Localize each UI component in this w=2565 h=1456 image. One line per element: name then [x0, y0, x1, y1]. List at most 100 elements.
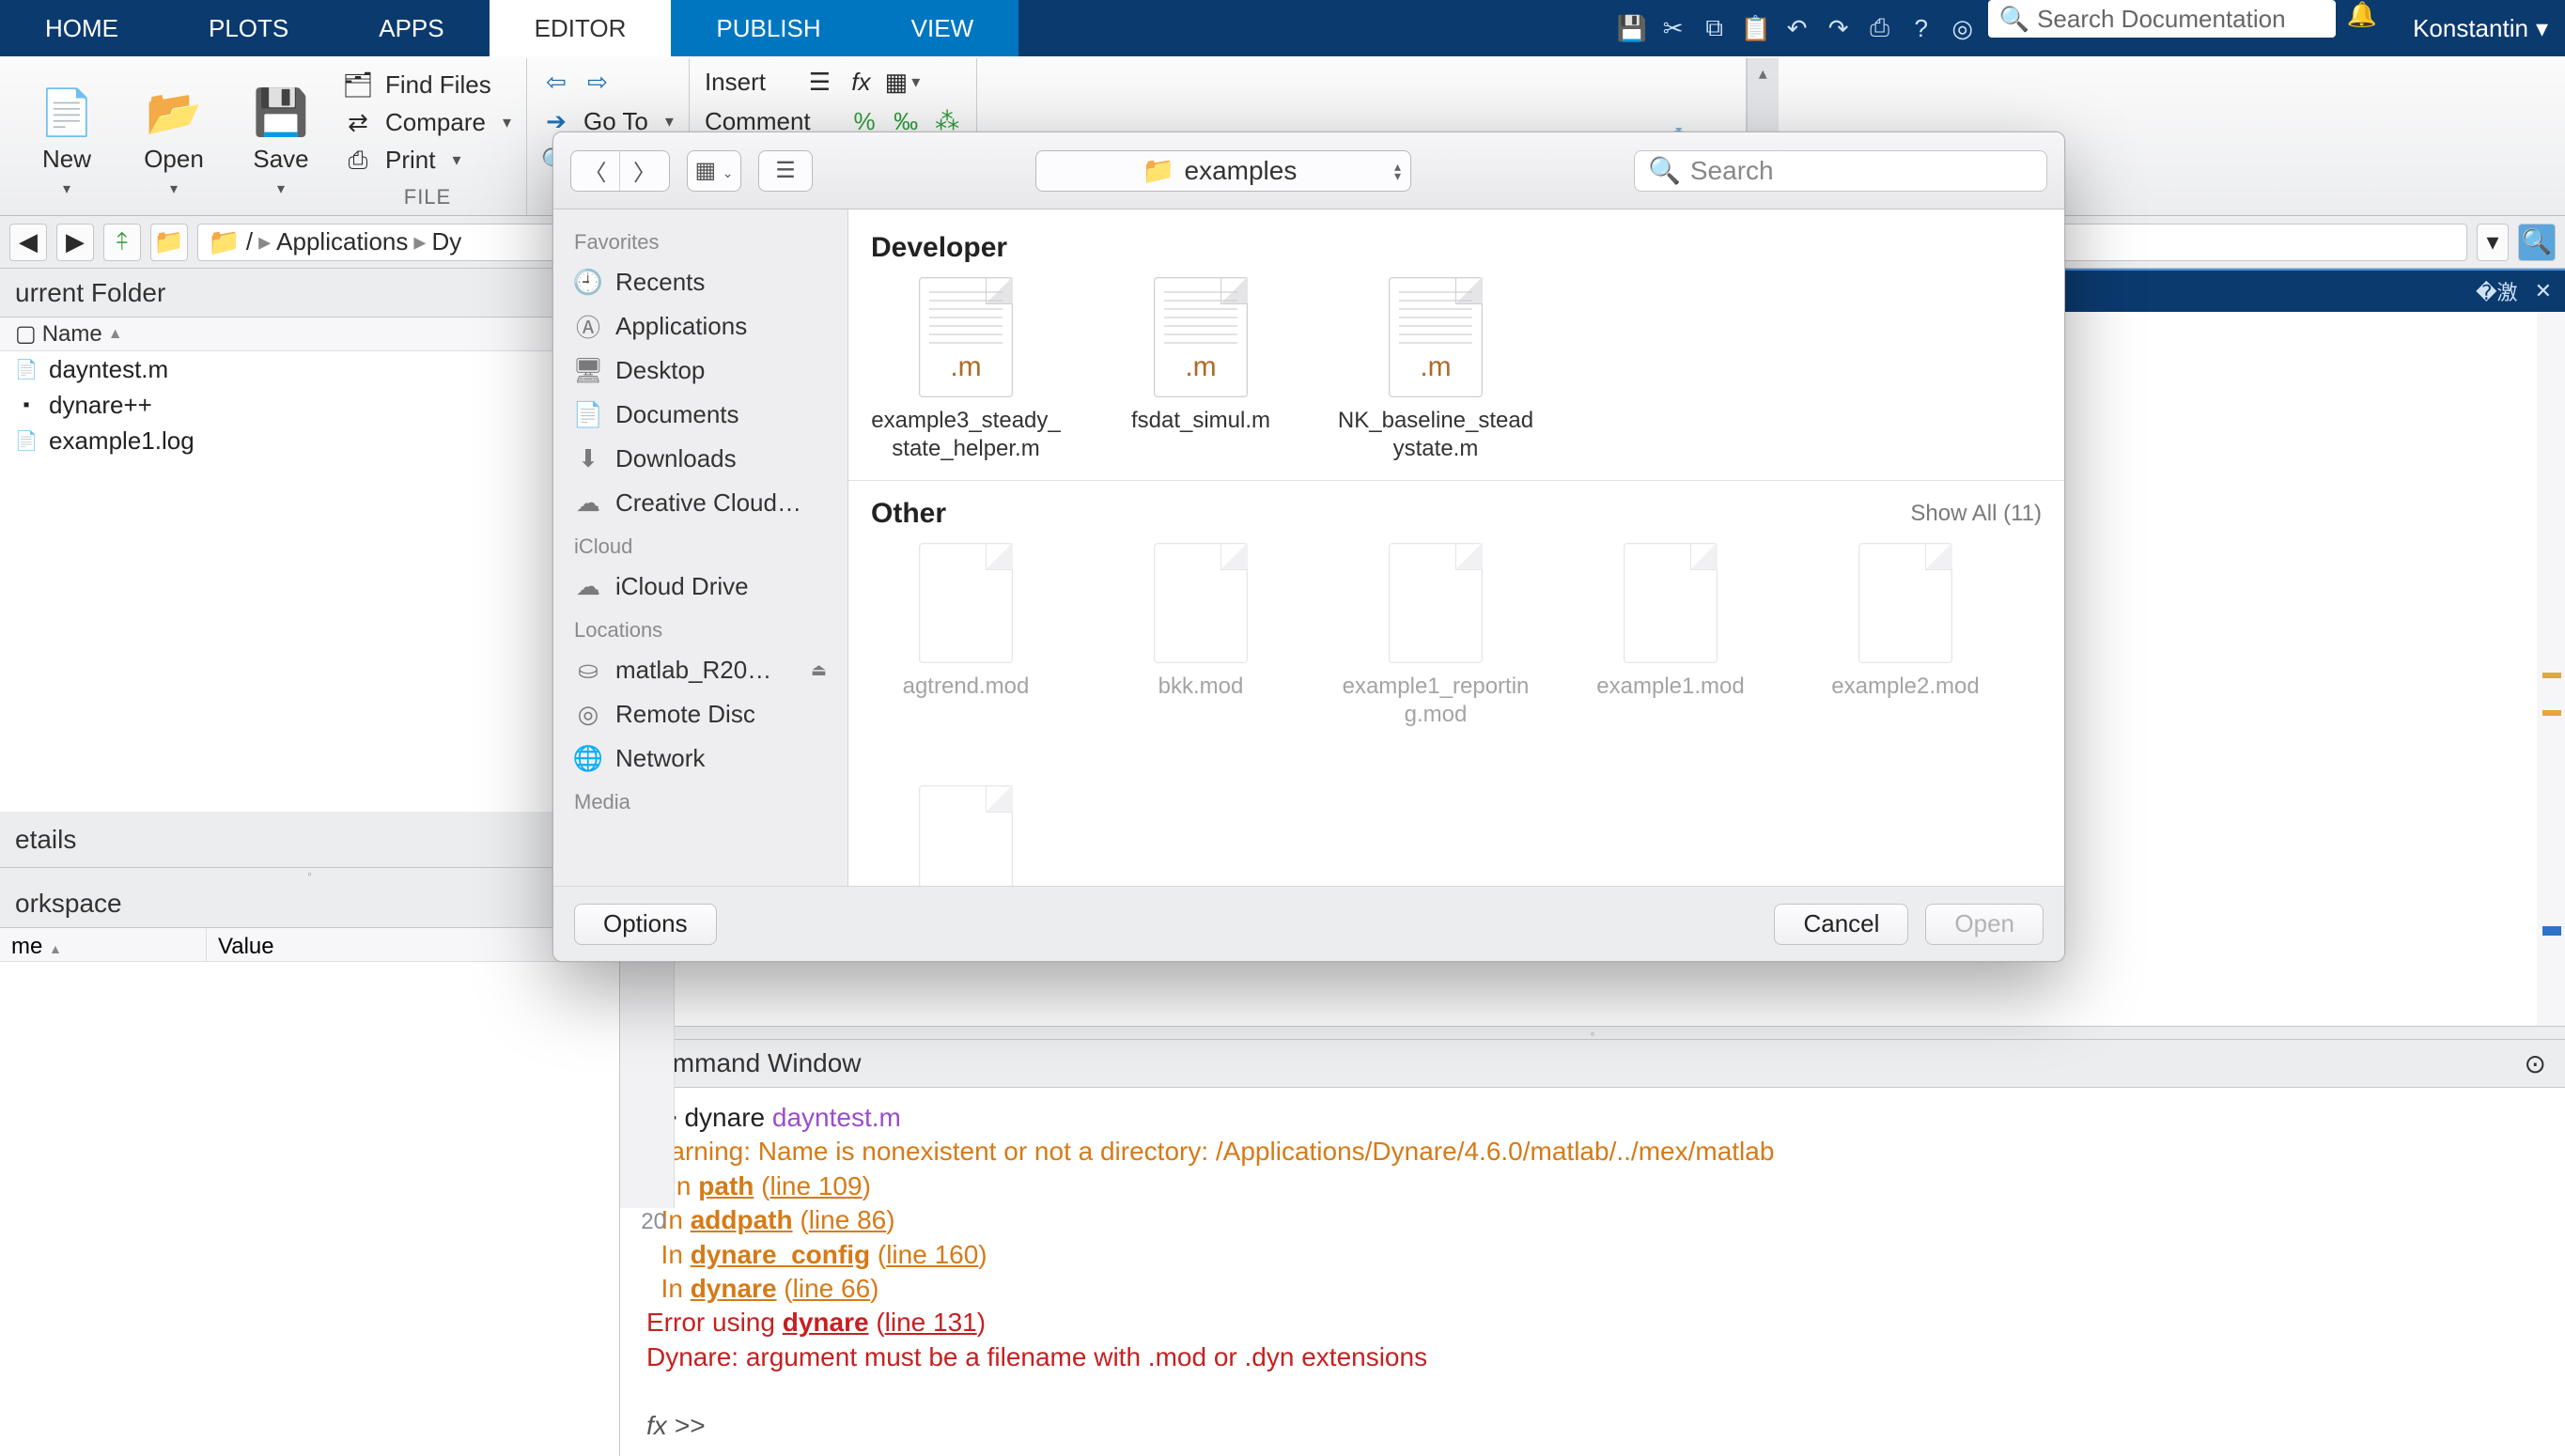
- user-name: Konstantin: [2413, 14, 2528, 43]
- copy-icon[interactable]: ⧉: [1699, 12, 1731, 44]
- file-tile-disabled: example3.m: [867, 785, 1065, 886]
- path-dropdown-button[interactable]: ▾: [2477, 224, 2509, 261]
- sidebar-section-favorites: Favorites: [553, 221, 847, 260]
- new-button[interactable]: 📄New▾: [15, 68, 118, 215]
- file-tile[interactable]: .mfsdat_simul.m: [1102, 277, 1299, 463]
- nav-browse-button[interactable]: 📁: [150, 224, 188, 261]
- dialog-forward-button[interactable]: 〉: [620, 151, 669, 191]
- nav-back-button[interactable]: ◀: [9, 224, 47, 261]
- panel-menu-icon[interactable]: ⊙: [2525, 1048, 2546, 1079]
- chevron-down-icon: ▾: [277, 179, 285, 198]
- insert-section-icon: ☰: [805, 68, 833, 96]
- file-item[interactable]: ▪dynare++: [0, 387, 619, 423]
- workspace-col-name[interactable]: me ▲: [0, 928, 207, 961]
- section-developer-title: Developer: [871, 232, 2042, 264]
- folder-icon: 📁: [208, 226, 241, 257]
- sidebar-item-recents[interactable]: 🕘Recents: [553, 260, 847, 304]
- insert-more-icon: ▦: [888, 68, 916, 96]
- folder-icon: 📁: [1143, 155, 1175, 186]
- save-icon[interactable]: 💾: [1616, 12, 1648, 44]
- file-tile[interactable]: .mNK_baseline_steadystate.m: [1337, 277, 1534, 463]
- sidebar-item-creative-cloud[interactable]: ☁Creative Cloud…: [553, 481, 847, 525]
- nav-fwd-button[interactable]: ▶: [56, 224, 94, 261]
- sidebar-item-matlab-disk[interactable]: ⛀matlab_R20…⏏: [553, 648, 847, 692]
- chevron-down-icon: ▾: [2536, 14, 2548, 43]
- tab-editor[interactable]: EDITOR: [490, 0, 672, 56]
- nav-history-seg: 〈 〉: [570, 150, 670, 192]
- options-button[interactable]: Options: [574, 904, 717, 945]
- print-icon[interactable]: ⎙: [1864, 12, 1896, 44]
- file-tile-disabled: agtrend.mod: [867, 543, 1065, 729]
- sidebar-item-icloud-drive[interactable]: ☁iCloud Drive: [553, 565, 847, 609]
- search-icon: 🔍: [1648, 155, 1681, 186]
- cancel-button[interactable]: Cancel: [1774, 904, 1908, 945]
- eject-icon[interactable]: ⏏: [811, 660, 827, 680]
- doc-close-icon[interactable]: ✕: [2535, 279, 2552, 303]
- m-file-icon: .m: [1389, 277, 1483, 397]
- dialog-search[interactable]: 🔍 Search: [1634, 150, 2047, 192]
- editor-cmd-splitter[interactable]: ◦: [620, 1026, 2565, 1039]
- compare-button[interactable]: ⇄Compare: [344, 105, 511, 139]
- file-tile[interactable]: .mexample3_steady_state_helper.m: [867, 277, 1065, 463]
- doc-search[interactable]: 🔍 Search Documentation: [1988, 0, 2336, 38]
- tab-publish[interactable]: PUBLISH: [671, 0, 865, 56]
- location-popup[interactable]: 📁 examples ▴▾: [1035, 150, 1411, 192]
- find-files-button[interactable]: 🗂Find Files: [344, 68, 511, 101]
- undo-icon[interactable]: ↶: [1781, 12, 1813, 44]
- chevron-down-icon: ▾: [170, 179, 178, 198]
- path-seg-2[interactable]: Dy: [431, 227, 461, 256]
- editor-ruler: [2537, 269, 2565, 1026]
- sidebar-item-remote-disc[interactable]: ◎Remote Disc: [553, 692, 847, 736]
- search-path-button[interactable]: 🔍: [2518, 224, 2556, 261]
- command-window-body[interactable]: >> dynare dayntest.m Warning: Name is no…: [620, 1088, 2565, 1456]
- sidebar-item-downloads[interactable]: ⬇Downloads: [553, 437, 847, 481]
- insert-fx-icon: fx: [847, 68, 875, 96]
- apps-icon: Ⓐ: [574, 313, 602, 341]
- print-button[interactable]: ⎙Print: [344, 144, 511, 178]
- sidebar-item-documents[interactable]: 📄Documents: [553, 393, 847, 437]
- doc-actions-icon[interactable]: �激: [2476, 276, 2518, 306]
- sidebar-item-desktop[interactable]: 🖥Desktop: [553, 349, 847, 393]
- nav-arrows[interactable]: ⇦⇨: [542, 62, 674, 101]
- dialog-toolbar: 〈 〉 ▦ ⌄ ☰ 📁 examples ▴▾ 🔍 Search: [553, 132, 2064, 209]
- cut-icon[interactable]: ✂: [1657, 12, 1689, 44]
- file-group-label: FILE: [344, 181, 511, 215]
- file-tile-disabled: example2.mod: [1807, 543, 2004, 729]
- tab-view[interactable]: VIEW: [866, 0, 1018, 56]
- addons-icon[interactable]: ◎: [1947, 12, 1979, 44]
- user-menu[interactable]: Konstantin ▾: [2388, 0, 2565, 56]
- open-button[interactable]: 📂Open▾: [122, 68, 225, 215]
- file-item[interactable]: 📄example1.log: [0, 423, 619, 458]
- redo-icon[interactable]: ↷: [1823, 12, 1855, 44]
- tab-home[interactable]: HOME: [0, 0, 163, 56]
- file-list-header[interactable]: ▢ Name ▲: [0, 318, 619, 351]
- show-all-button[interactable]: Show All (11): [1910, 501, 2042, 527]
- sidebar-item-applications[interactable]: ⒶApplications: [553, 304, 847, 349]
- dialog-sidebar: Favorites 🕘Recents ⒶApplications 🖥Deskto…: [553, 209, 848, 886]
- splitter-handle[interactable]: ◦: [0, 868, 619, 879]
- paste-icon[interactable]: 📋: [1740, 12, 1772, 44]
- notifications-icon[interactable]: 🔔: [2336, 0, 2388, 56]
- group-by-seg: ☰: [758, 150, 813, 192]
- command-prompt[interactable]: fx >>: [646, 1411, 705, 1440]
- dialog-back-button[interactable]: 〈: [571, 151, 620, 191]
- compare-icon: ⇄: [344, 108, 372, 136]
- tab-plots[interactable]: PLOTS: [163, 0, 334, 56]
- view-icons-button[interactable]: ▦ ⌄: [688, 151, 740, 191]
- file-item[interactable]: 📄dayntest.m: [0, 351, 619, 387]
- save-button[interactable]: 💾Save▾: [229, 68, 333, 215]
- quick-access-toolbar: 💾 ✂ ⧉ 📋 ↶ ↷ ⎙ ? ◎: [1616, 0, 1988, 56]
- details-title[interactable]: etails⌃: [0, 812, 619, 868]
- group-by-button[interactable]: ☰: [759, 151, 812, 191]
- tab-apps[interactable]: APPS: [334, 0, 489, 56]
- save-icon: 💾: [253, 85, 309, 139]
- nav-up-button[interactable]: ⤉: [103, 224, 141, 261]
- updown-icon: ▴▾: [1394, 162, 1401, 180]
- path-root: /: [246, 227, 253, 256]
- help-icon[interactable]: ?: [1905, 12, 1937, 44]
- current-folder-list: ▢ Name ▲ 📄dayntest.m ▪dynare++ 📄example1…: [0, 318, 619, 812]
- clock-icon: 🕘: [574, 269, 602, 297]
- path-seg-1[interactable]: Applications: [276, 227, 408, 256]
- sidebar-item-network[interactable]: 🌐Network: [553, 736, 847, 781]
- insert-button[interactable]: Insert ☰ fx ▦: [705, 62, 961, 101]
